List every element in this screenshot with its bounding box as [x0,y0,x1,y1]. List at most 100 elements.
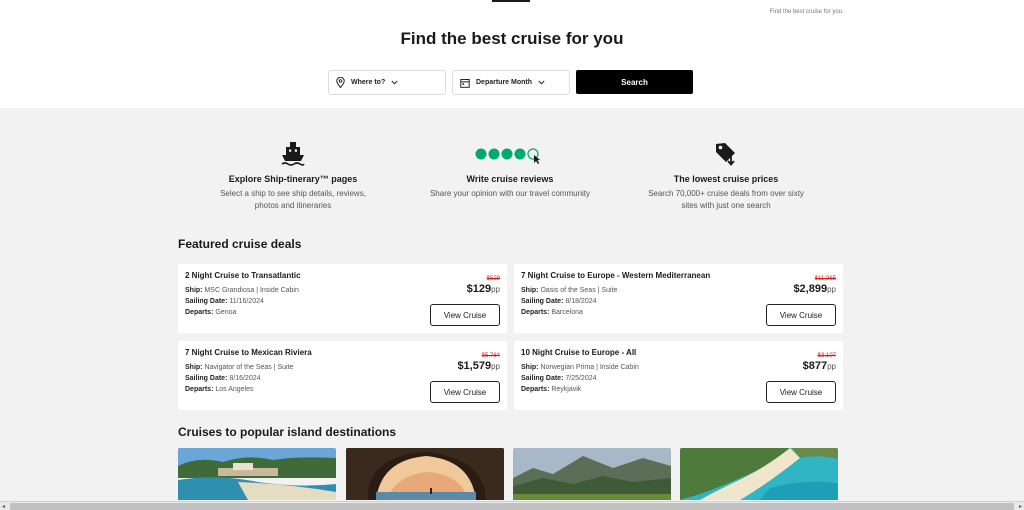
per-person-label: pp [827,362,836,371]
destination-image-beach-town[interactable] [178,448,336,500]
deal-card[interactable]: 2 Night Cruise to Transatlantic Ship: MS… [178,264,507,333]
view-cruise-button[interactable]: View Cruise [430,381,500,403]
departure-month-label: Departure Month [476,79,532,86]
chevron-down-icon [391,80,398,85]
deal-ship: Ship: Norwegian Prima | Inside Cabin [521,364,639,371]
deal-title[interactable]: 7 Night Cruise to Mexican Riviera [185,348,312,357]
sailing-date-label: Sailing Date: [521,298,564,305]
departure-month-dropdown[interactable]: Departure Month [452,70,570,95]
where-to-dropdown[interactable]: Where to? [328,70,446,95]
chevron-down-icon [538,80,545,85]
sailing-date-value: 7/25/2024 [565,375,597,382]
departs-label: Departs: [185,309,214,316]
ship-value: MSC Grandiosa | Inside Cabin [204,287,299,294]
original-price: $529 [486,276,500,282]
feature-title: Explore Ship-tinerary™ pages [228,174,358,184]
deal-departs: Departs: Genoa [185,309,236,316]
where-to-label: Where to? [351,79,386,86]
destination-image-turquoise-bay[interactable] [680,448,838,500]
deal-sailing-date: Sailing Date: 11/16/2024 [185,298,264,305]
horizontal-scrollbar[interactable]: ◂ ▸ [0,501,1024,510]
hero-search-section: Find the best cruise for you Find the be… [0,0,1024,108]
departs-label: Departs: [185,386,214,393]
sailing-date-value: 11/16/2024 [229,298,264,305]
feature-write-reviews: Write cruise reviews Share your opinion … [410,140,610,200]
page-title: Find the best cruise for you [400,29,624,48]
calendar-icon [460,78,470,88]
deal-ship: Ship: Navigator of the Seas | Suite [185,364,293,371]
deal-price: $1,579pp [457,360,500,372]
deal-ship: Ship: MSC Grandiosa | Inside Cabin [185,287,299,294]
feature-description-line: photos and itineraries [254,201,332,210]
deal-departs: Departs: Los Angeles [185,386,254,393]
feature-description-line: Share your opinion with our travel commu… [429,189,591,198]
feature-description: Select a ship to see ship details, revie… [193,188,393,212]
island-destinations-heading: Cruises to popular island destinations [178,425,397,439]
ship-label: Ship: [521,364,539,371]
ship-value: Navigator of the Seas | Suite [204,364,294,371]
feature-title: The lowest cruise prices [673,174,779,184]
price-value: $877 [802,360,828,372]
featured-deals-heading: Featured cruise deals [178,237,302,251]
deal-card[interactable]: 7 Night Cruise to Mexican Riviera Ship: … [178,341,507,410]
price-tag-icon [716,143,735,166]
scroll-right-arrow-icon[interactable]: ▸ [1019,503,1022,510]
deal-card[interactable]: 10 Night Cruise to Europe - All Ship: No… [514,341,843,410]
location-pin-icon [336,77,345,88]
price-value: $1,579 [457,360,492,372]
price-value: $2,899 [793,283,828,295]
destination-image-green-mountains[interactable] [513,448,671,500]
sailing-date-label: Sailing Date: [185,298,228,305]
scrollbar-thumb[interactable] [10,503,1014,510]
deal-price: $2,899pp [793,283,836,295]
feature-lowest-prices: The lowest cruise prices Search 70,000+ … [626,140,826,212]
deal-card[interactable]: 7 Night Cruise to Europe - Western Medit… [514,264,843,333]
original-price: $5,764 [481,353,500,359]
ship-value: Oasis of the Seas | Suite [540,287,618,294]
deal-price: $129pp [467,283,500,295]
feature-title: Write cruise reviews [466,174,554,184]
departs-value: Los Angeles [215,386,254,393]
view-cruise-button[interactable]: View Cruise [766,381,836,403]
destination-image-sea-arch[interactable] [346,448,504,500]
deal-sailing-date: Sailing Date: 8/16/2024 [185,375,261,382]
ship-label: Ship: [185,364,203,371]
sailing-date-label: Sailing Date: [521,375,564,382]
feature-description: Search 70,000+ cruise deals from over si… [626,188,826,212]
deal-title[interactable]: 2 Night Cruise to Transatlantic [185,271,301,280]
deal-price: $877pp [803,360,836,372]
deal-title[interactable]: 10 Night Cruise to Europe - All [521,348,636,357]
rating-bubbles-icon [475,148,540,164]
sailing-date-label: Sailing Date: [185,375,228,382]
per-person-label: pp [491,362,500,371]
departs-label: Departs: [521,309,550,316]
ship-value: Norwegian Prima | Inside Cabin [540,364,639,371]
departs-value: Barcelona [551,309,583,316]
departs-label: Departs: [521,386,550,393]
feature-ship-tinerary: Explore Ship-tinerary™ pages Select a sh… [193,140,393,212]
feature-description-line: Search 70,000+ cruise deals from over si… [648,189,804,198]
ship-label: Ship: [185,287,203,294]
ship-icon [281,142,305,166]
departs-value: Reykjavik [551,386,582,393]
price-value: $129 [466,283,492,295]
original-price: $3,107 [817,353,836,359]
view-cruise-button[interactable]: View Cruise [430,304,500,326]
per-person-label: pp [827,285,836,294]
feature-description-line: sites with just one search [681,201,771,210]
departs-value: Genoa [215,309,237,316]
feature-description-line: Select a ship to see ship details, revie… [220,189,366,198]
deal-departs: Departs: Barcelona [521,309,583,316]
per-person-label: pp [491,285,500,294]
active-tab-indicator [492,0,530,2]
sailing-date-value: 8/16/2024 [229,375,261,382]
deal-ship: Ship: Oasis of the Seas | Suite [521,287,617,294]
deal-title[interactable]: 7 Night Cruise to Europe - Western Medit… [521,271,710,280]
deal-departs: Departs: Reykjavik [521,386,581,393]
ship-label: Ship: [521,287,539,294]
sailing-date-value: 8/18/2024 [565,298,597,305]
search-button[interactable]: Search [576,70,693,94]
scroll-left-arrow-icon[interactable]: ◂ [2,503,5,510]
view-cruise-button[interactable]: View Cruise [766,304,836,326]
breadcrumb[interactable]: Find the best cruise for you [770,9,842,15]
